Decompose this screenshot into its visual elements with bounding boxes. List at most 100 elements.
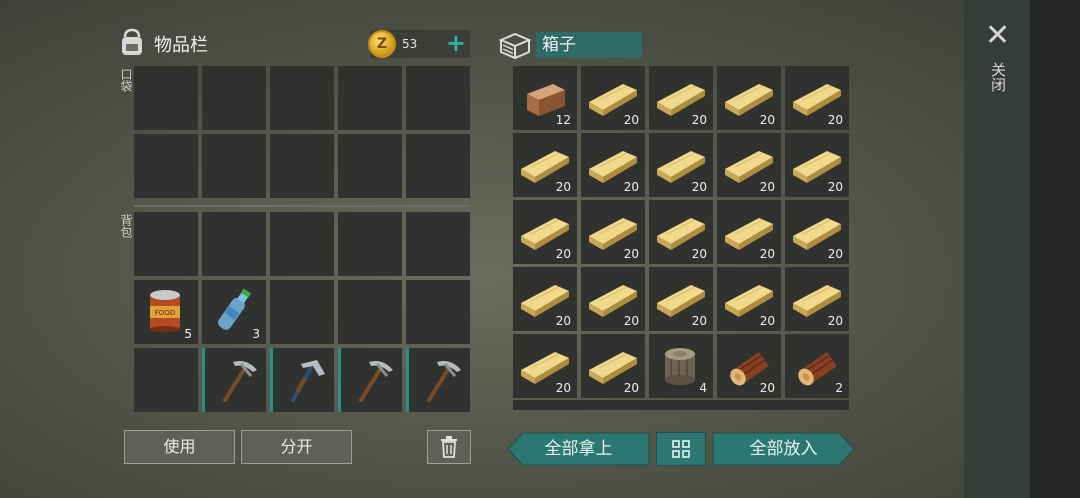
add-coins-button[interactable]: + [446,31,466,55]
box-slot[interactable]: 20 [785,267,849,331]
coin-icon: Z [368,30,396,58]
box-slot[interactable]: 12 [513,66,577,130]
box-slot[interactable]: 20 [581,133,645,197]
box-slot[interactable]: 20 [513,133,577,197]
box-slot[interactable]: 20 [717,267,781,331]
sort-button[interactable] [656,432,706,466]
backpack-slot[interactable] [270,348,334,412]
pocket-slot[interactable] [202,134,266,198]
backpack-slot[interactable] [338,348,402,412]
box-slot[interactable]: 20 [581,267,645,331]
item-count: 20 [827,113,843,127]
pocket-slot[interactable] [338,66,402,130]
backpack-slot[interactable] [270,280,334,344]
box-slot[interactable]: 20 [717,133,781,197]
box-slot[interactable]: 20 [717,200,781,264]
take-all-button[interactable]: 全部拿上 [507,432,650,466]
box-slot[interactable]: 20 [513,334,577,398]
backpack-slot[interactable] [202,212,266,276]
item-count: 20 [623,381,639,395]
screen-edge [1030,0,1080,498]
take-all-label: 全部拿上 [544,439,613,459]
backpack-label: 背包 [119,214,133,238]
item-count: 2 [835,381,843,395]
item-count: 20 [827,247,843,261]
coin-count: 53 [402,37,418,51]
section-divider [134,205,470,207]
backpack-slot[interactable]: FOOD 5 [134,280,198,344]
box-slot[interactable]: 20 [581,334,645,398]
put-all-button[interactable]: 全部放入 [712,432,855,466]
box-slot[interactable]: 20 [785,133,849,197]
crate-icon [497,30,533,64]
pocket-slot[interactable] [270,134,334,198]
box-slot[interactable]: 20 [717,66,781,130]
item-count: 12 [555,113,571,127]
item-count: 20 [623,180,639,194]
item-count: 20 [691,247,707,261]
item-count: 20 [759,113,775,127]
box-slot[interactable]: 20 [785,66,849,130]
item-count: 20 [827,180,843,194]
svg-text:FOOD: FOOD [155,309,175,317]
backpack-slot[interactable] [406,348,470,412]
pocket-slot[interactable] [134,134,198,198]
grid-sort-icon [672,440,690,458]
pocket-slot[interactable] [134,66,198,130]
box-slot[interactable]: 2 [785,334,849,398]
backpack-slot[interactable] [134,212,198,276]
item-count: 4 [699,381,707,395]
pocket-slot[interactable] [406,134,470,198]
trash-icon [441,436,457,458]
coin-counter: Z 53 + [368,30,470,58]
pocket-label: 口袋 [119,68,133,92]
item-count: 20 [555,314,571,328]
item-count: 20 [691,113,707,127]
item-count: 20 [555,247,571,261]
box-slot[interactable]: 20 [649,66,713,130]
trash-button[interactable] [427,430,471,464]
box-slot[interactable]: 20 [649,200,713,264]
backpack-grid: FOOD 5 3 [134,212,470,412]
item-count: 20 [691,314,707,328]
box-grid: 12 20 20 20 20 20 20 20 20 20 20 20 20 20 20 20 20 20 20 20… [513,66,849,398]
backpack-slot[interactable] [270,212,334,276]
backpack-slot[interactable] [406,212,470,276]
item-count: 20 [555,381,571,395]
box-title: 箱子 [536,32,642,58]
item-count: 3 [252,327,260,341]
item-count: 20 [759,180,775,194]
box-slot[interactable]: 20 [717,334,781,398]
item-count: 20 [623,247,639,261]
close-icon[interactable]: ✕ [985,21,1010,51]
item-count: 20 [759,314,775,328]
backpack-icon [116,26,148,62]
put-all-label: 全部放入 [749,439,818,459]
box-slot[interactable]: 20 [649,267,713,331]
box-slot[interactable]: 20 [513,200,577,264]
item-count: 20 [555,180,571,194]
backpack-slot[interactable] [202,348,266,412]
backpack-slot[interactable] [338,280,402,344]
backpack-slot[interactable]: 3 [202,280,266,344]
box-slot[interactable]: 20 [581,200,645,264]
pocket-slot[interactable] [202,66,266,130]
inventory-title: 物品栏 [154,35,208,56]
item-count: 20 [827,314,843,328]
backpack-slot[interactable] [134,348,198,412]
use-button[interactable]: 使用 [124,430,235,464]
split-button[interactable]: 分开 [241,430,352,464]
box-slot[interactable]: 20 [581,66,645,130]
backpack-slot[interactable] [338,212,402,276]
backpack-slot[interactable] [406,280,470,344]
box-slot[interactable]: 20 [785,200,849,264]
pocket-slot[interactable] [406,66,470,130]
box-slot[interactable]: 20 [649,133,713,197]
item-count: 20 [623,314,639,328]
box-slot[interactable]: 20 [513,267,577,331]
box-slot[interactable]: 4 [649,334,713,398]
item-count: 20 [759,247,775,261]
close-button-label[interactable]: 关闭 [988,62,1009,92]
pocket-slot[interactable] [338,134,402,198]
pocket-slot[interactable] [270,66,334,130]
